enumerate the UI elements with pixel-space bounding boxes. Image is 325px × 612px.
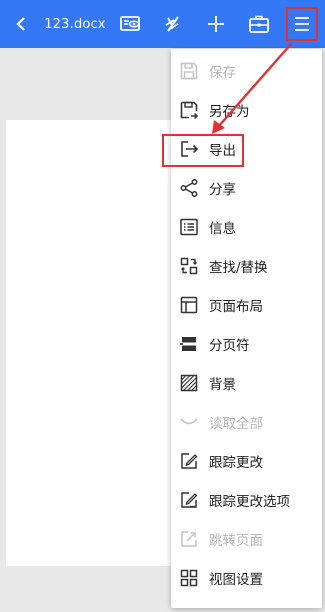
add-icon[interactable]: [201, 0, 231, 48]
menu-item-track-changes-options[interactable]: 跟踪更改选项: [171, 480, 322, 519]
menu-item-view-settings[interactable]: 视图设置: [171, 558, 322, 597]
menu-item-save-as[interactable]: 另存为: [171, 90, 322, 129]
top-toolbar: 123.docx: [0, 0, 325, 48]
save-as-icon: [178, 99, 200, 121]
menu-item-share[interactable]: 分享: [171, 168, 322, 207]
menu-item-background[interactable]: 背景: [171, 363, 322, 402]
export-icon: [178, 138, 200, 160]
overflow-menu: 保存 另存为 导出 分享 信息 查找/替换 页面布局 分页符 背景 读取全部 跟…: [171, 49, 322, 608]
menu-item-page-break[interactable]: 分页符: [171, 324, 322, 363]
back-arrow-icon[interactable]: [6, 0, 36, 48]
save-icon: [178, 60, 200, 82]
menu-item-export[interactable]: 导出: [171, 129, 322, 168]
menu-item-page-layout[interactable]: 页面布局: [171, 285, 322, 324]
page-break-icon: [178, 333, 200, 355]
document-title[interactable]: 123.docx: [44, 0, 106, 48]
track-changes-options-icon: [178, 489, 200, 511]
menu-item-info[interactable]: 信息: [171, 207, 322, 246]
read-all-icon: [178, 411, 200, 433]
menu-item-find-replace[interactable]: 查找/替换: [171, 246, 322, 285]
track-changes-icon: [178, 450, 200, 472]
menu-item-go-to-page: 跳转页面: [171, 519, 322, 558]
view-settings-icon: [178, 567, 200, 589]
go-to-page-icon: [178, 528, 200, 550]
toolbox-icon[interactable]: [244, 0, 274, 48]
read-mode-icon[interactable]: [116, 0, 146, 48]
find-replace-icon: [178, 255, 200, 277]
menu-item-save: 保存: [171, 51, 322, 90]
pen-icon[interactable]: [158, 0, 188, 48]
background-icon: [178, 372, 200, 394]
page-layout-icon: [178, 294, 200, 316]
share-icon: [178, 177, 200, 199]
menu-item-read-all: 读取全部: [171, 402, 322, 441]
menu-item-track-changes[interactable]: 跟踪更改: [171, 441, 322, 480]
menu-highlight-box: [286, 7, 318, 41]
info-list-icon: [178, 216, 200, 238]
